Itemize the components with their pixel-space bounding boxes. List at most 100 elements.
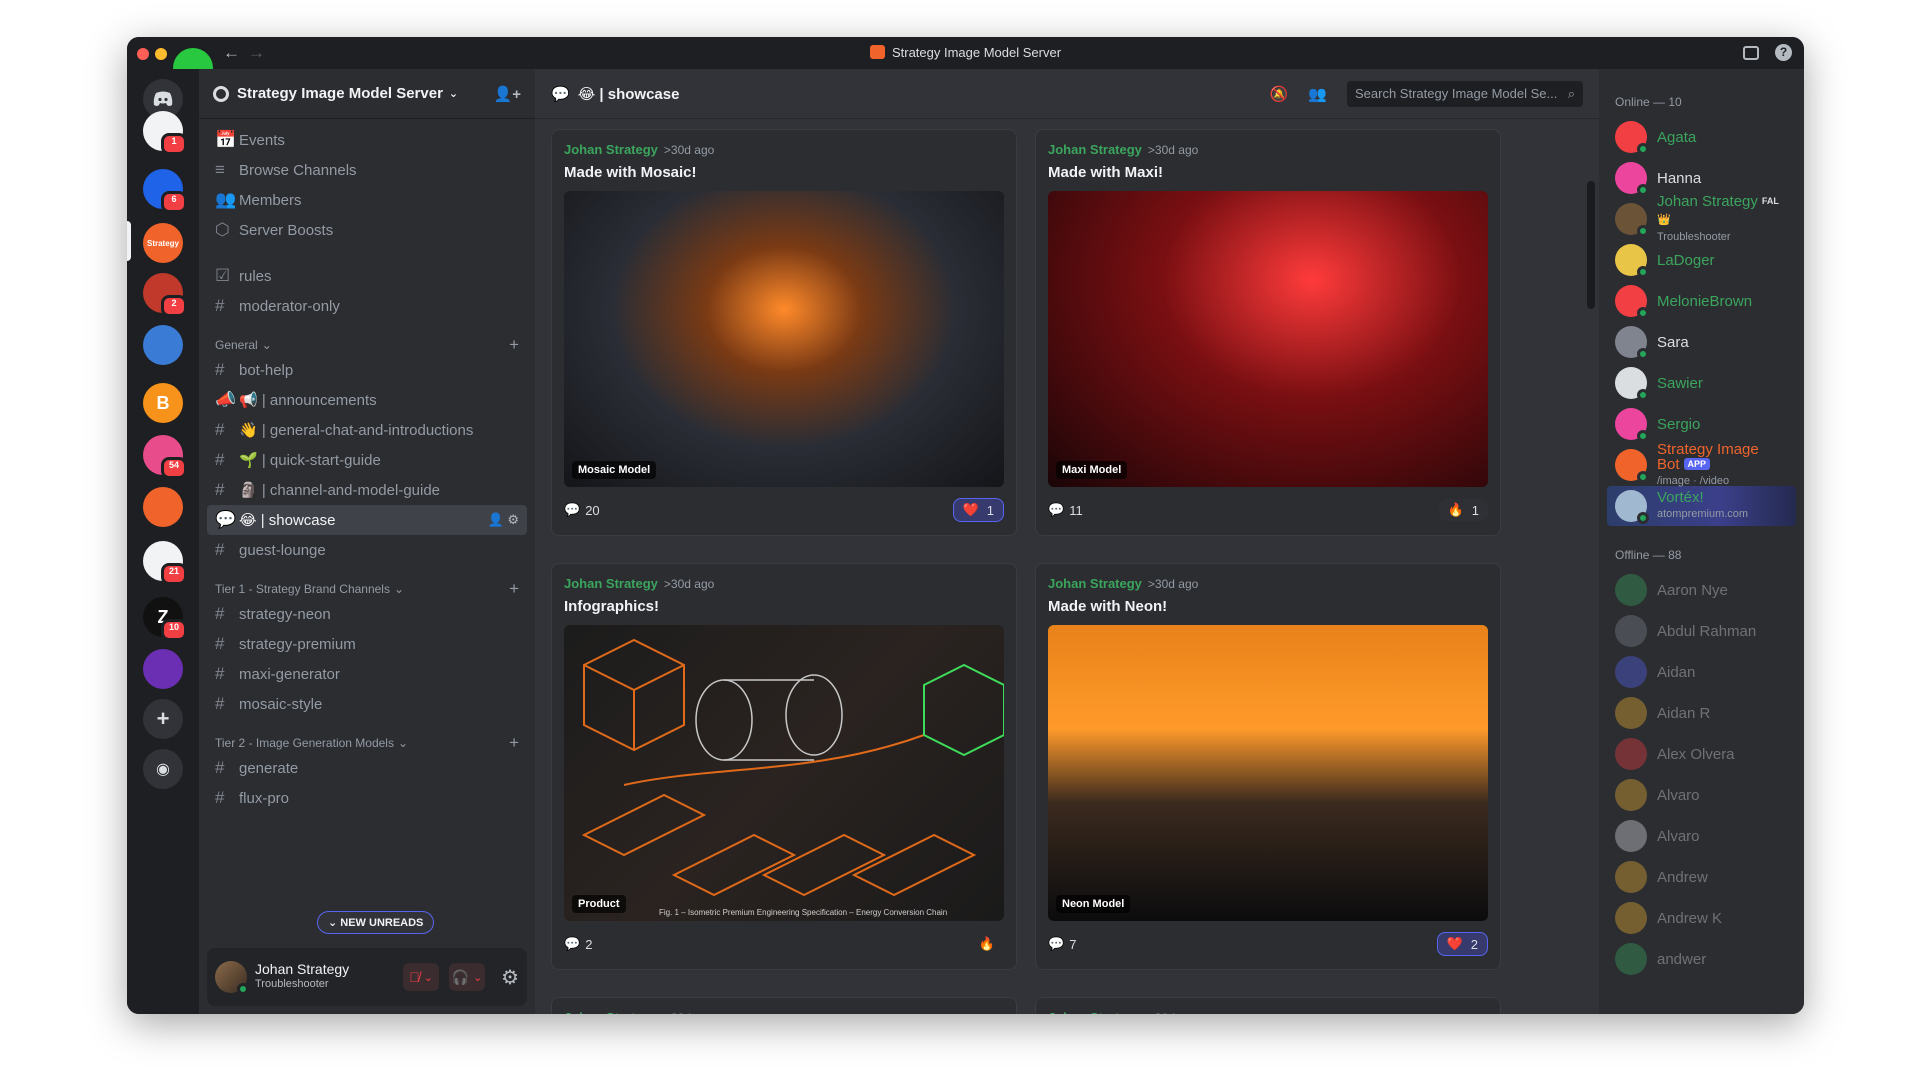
forum-post-card[interactable]: Johan Strategy >30d ago Made with Mosaic! M… — [551, 129, 1017, 536]
server-icon[interactable]: B — [143, 383, 183, 423]
member-item[interactable]: Agata — [1607, 117, 1796, 157]
member-name: LaDoger — [1657, 251, 1715, 269]
reaction-button[interactable]: ❤️ 1 — [952, 498, 1004, 522]
forum-post-card[interactable]: Johan Strategy >30d ago — [551, 997, 1017, 1014]
avatar[interactable] — [215, 961, 249, 995]
channel-item[interactable]: # 🗿 | channel-and-model-guide — [207, 475, 527, 505]
invite-people-icon[interactable]: 👤+ — [494, 85, 521, 103]
server-icon[interactable]: 2 — [143, 273, 187, 317]
member-item[interactable]: Andrew — [1607, 857, 1796, 897]
channel-actions[interactable]: 👤 ⚙ — [488, 512, 519, 528]
post-author[interactable]: Johan Strategy — [1048, 1010, 1142, 1014]
mute-microphone-button[interactable]: 🎙̸ ⌄ — [403, 963, 440, 991]
member-list-icon[interactable]: 👥 — [1308, 85, 1327, 103]
member-item[interactable]: Sawier — [1607, 363, 1796, 403]
server-icon[interactable]: 54 — [143, 435, 187, 479]
avatar — [1615, 408, 1649, 442]
channel-item[interactable]: 📣 📢 | announcements — [207, 385, 527, 415]
channel-item[interactable]: 💬 😂 | showcase 👤 ⚙ — [207, 505, 527, 535]
post-author[interactable]: Johan Strategy — [564, 576, 658, 591]
member-item[interactable]: Aaron Nye — [1607, 570, 1796, 610]
reaction-button[interactable]: 🔥 — [970, 933, 1004, 955]
notifications-muted-icon[interactable]: 🔕 — [1270, 85, 1289, 103]
sidebar-item-members[interactable]: 👥 Members — [207, 185, 527, 215]
search-input[interactable]: Search Strategy Image Model Se... ⌕ — [1347, 80, 1583, 107]
member-item[interactable]: Alvaro — [1607, 816, 1796, 856]
post-author[interactable]: Johan Strategy — [1048, 142, 1142, 157]
member-item[interactable]: MelonieBrown — [1607, 281, 1796, 321]
reaction-button[interactable]: ❤️ 2 — [1436, 932, 1488, 956]
channel-item[interactable]: # mosaic-style — [207, 689, 527, 719]
server-icon[interactable] — [143, 487, 183, 527]
server-icon[interactable]: Strategy — [143, 223, 183, 263]
server-header[interactable]: Strategy Image Model Server ⌄ 👤+ — [199, 69, 535, 119]
channel-item[interactable]: # 🌱 | quick-start-guide — [207, 445, 527, 475]
gear-icon[interactable]: ⚙ — [507, 512, 519, 527]
channel-item[interactable]: # maxi-generator — [207, 659, 527, 689]
sidebar-item-events[interactable]: 📅 Events — [207, 125, 527, 155]
avatar — [1615, 162, 1649, 196]
forum-post-card[interactable]: Johan Strategy >30d ago Made with Neon! Neo… — [1035, 563, 1501, 970]
server-icon[interactable]: 6 — [143, 169, 187, 213]
server-icon[interactable] — [143, 649, 183, 689]
forum-post-card[interactable]: Johan Strategy >30d ago Made with Maxi! Max… — [1035, 129, 1501, 536]
create-channel-icon[interactable]: + — [509, 733, 519, 753]
member-item[interactable]: Sara — [1607, 322, 1796, 362]
post-title: Made with Maxi! — [1048, 164, 1164, 181]
member-item[interactable]: LaDoger — [1607, 240, 1796, 280]
channel-item[interactable]: # strategy-premium — [207, 629, 527, 659]
channel-item[interactable]: # strategy-neon — [207, 599, 527, 629]
category-header[interactable]: Tier 1 - Strategy Brand Channels ⌄ + — [207, 565, 527, 599]
server-icon[interactable]: 1 — [143, 111, 187, 155]
post-image[interactable]: Maxi Model — [1048, 191, 1488, 487]
add-member-icon[interactable]: 👤 — [488, 512, 508, 527]
forum-post-card[interactable]: Johan Strategy >30d ago Infographics! Fig. … — [551, 563, 1017, 970]
member-item[interactable]: Alex Olvera — [1607, 734, 1796, 774]
scrollbar[interactable] — [1587, 181, 1595, 309]
create-channel-icon[interactable]: + — [509, 335, 519, 355]
post-image[interactable]: Neon Model — [1048, 625, 1488, 921]
chevron-down-icon[interactable]: ⌄ — [424, 971, 433, 984]
server-icon[interactable]: Z 10 — [143, 597, 187, 641]
user-settings-gear-icon[interactable]: ⚙ — [501, 965, 519, 990]
channel-item[interactable]: # generate — [207, 753, 527, 783]
member-item[interactable]: Alvaro — [1607, 775, 1796, 815]
channel-item[interactable]: # guest-lounge — [207, 535, 527, 565]
post-image[interactable]: Fig. 1 – Isometric Premium Engineering S… — [564, 625, 1004, 921]
sidebar-item-server-boosts[interactable]: ⬡ Server Boosts — [207, 215, 527, 245]
server-icon[interactable] — [143, 325, 183, 365]
new-unreads-button[interactable]: ⌄ NEW UNREADS — [317, 911, 435, 934]
member-item[interactable]: andwer — [1607, 939, 1796, 979]
inbox-icon[interactable] — [1743, 46, 1759, 60]
server-icon[interactable]: 21 — [143, 541, 187, 585]
channel-item[interactable]: ☑ rules — [207, 261, 527, 291]
channel-item[interactable]: # flux-pro — [207, 783, 527, 813]
help-icon[interactable]: ? — [1775, 44, 1792, 61]
explore-discoverable-icon[interactable]: ◉ — [143, 749, 183, 789]
post-title: Infographics! — [564, 598, 660, 615]
category-header[interactable]: Tier 2 - Image Generation Models ⌄ + — [207, 719, 527, 753]
channel-item[interactable]: # moderator-only — [207, 291, 527, 321]
deafen-button[interactable]: 🎧 ⌄ — [449, 963, 486, 991]
post-author[interactable]: Johan Strategy — [1048, 576, 1142, 591]
member-item[interactable]: Johan Strategy FAL 👑 Troubleshooter — [1607, 194, 1796, 243]
member-item[interactable]: Aidan R — [1607, 693, 1796, 733]
member-item[interactable]: Abdul Rahman — [1607, 611, 1796, 651]
channel-item[interactable]: # bot-help — [207, 355, 527, 385]
post-author[interactable]: Johan Strategy — [564, 142, 658, 157]
post-image[interactable]: Mosaic Model — [564, 191, 1004, 487]
reaction-button[interactable]: 🔥 1 — [1438, 499, 1488, 521]
member-item[interactable]: Sergio — [1607, 404, 1796, 444]
create-channel-icon[interactable]: + — [509, 579, 519, 599]
forum-post-card[interactable]: Johan Strategy >30d ago — [1035, 997, 1501, 1014]
member-item[interactable]: Aidan — [1607, 652, 1796, 692]
member-item[interactable]: Strategy Image Bot APP/image · /video — [1607, 442, 1796, 487]
member-item[interactable]: Andrew K — [1607, 898, 1796, 938]
sidebar-item-browse-channels[interactable]: ≡ Browse Channels — [207, 155, 527, 185]
channel-item[interactable]: # 👋 | general-chat-and-introductions — [207, 415, 527, 445]
add-server-icon[interactable]: + — [143, 699, 183, 739]
member-item[interactable]: Vortéx! atompremium.com — [1607, 486, 1796, 526]
chevron-down-icon[interactable]: ⌄ — [473, 971, 482, 984]
category-header[interactable]: General ⌄ + — [207, 321, 527, 355]
post-author[interactable]: Johan Strategy — [564, 1010, 658, 1014]
